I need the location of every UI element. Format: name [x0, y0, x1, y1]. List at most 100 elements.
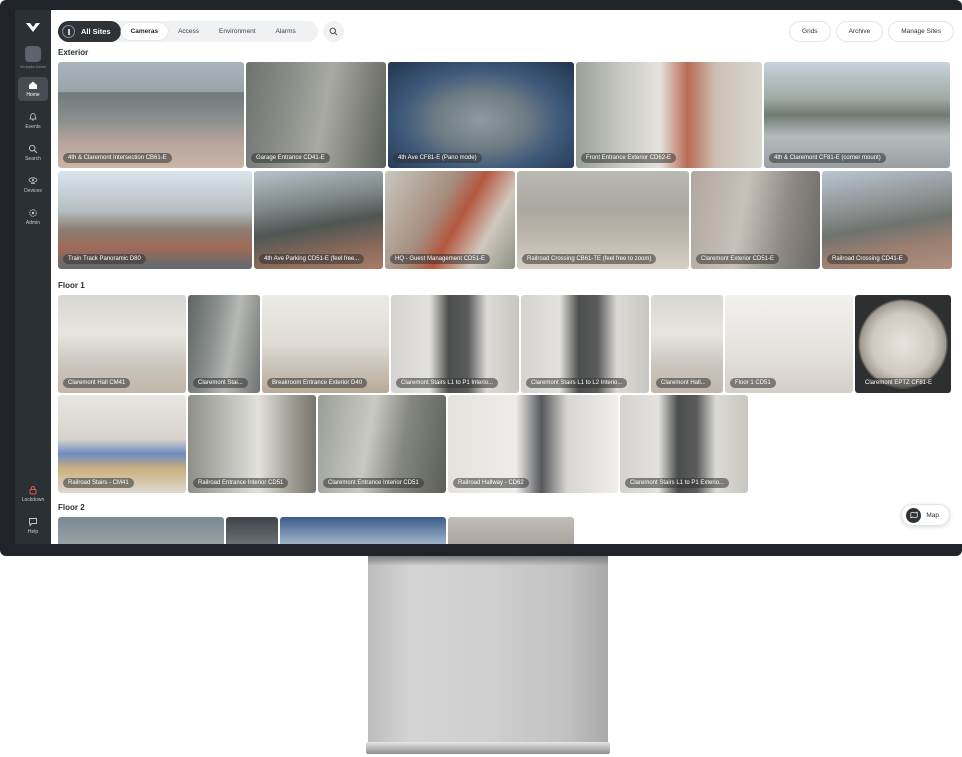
map-icon — [906, 507, 922, 523]
camera-label: Floor 1 CD51 — [730, 378, 776, 388]
sidebar-item-label: Help — [27, 529, 39, 535]
gear-icon — [29, 209, 37, 217]
camera-tile[interactable]: 4th Ave Parking CD51-E (feel free... — [254, 171, 383, 269]
camera-tile[interactable]: Railroad Stairs - CM41 — [58, 395, 186, 493]
camera-tile[interactable]: Claremont Stai... — [188, 295, 260, 393]
app-screen: Verkada Demo Home Events Search Devices … — [15, 10, 962, 544]
camera-label: Claremont Exterior CD51-E — [696, 254, 780, 264]
camera-tile[interactable]: Claremont Hall CM41 — [58, 295, 186, 393]
camera-tile[interactable]: Claremont Exterior CD51-E — [691, 171, 820, 269]
search-button[interactable] — [323, 21, 344, 42]
stand-base — [366, 742, 610, 754]
tab-alarms[interactable]: Alarms — [266, 28, 306, 35]
sidebar-item-admin[interactable]: Admin — [18, 205, 48, 229]
camera-tile[interactable]: Railroad Crossing CB61-TE (feel free to … — [517, 171, 689, 269]
section-title-exterior: Exterior — [58, 48, 89, 57]
monitor-stand — [368, 556, 608, 746]
camera-tile[interactable]: Garage Entrance CD41-E — [246, 62, 386, 168]
camera-label: Claremont Stairs L1 to L2 Interio... — [526, 378, 628, 388]
sidebar-item-help[interactable]: Help — [18, 514, 48, 538]
camera-tile[interactable]: 4th & Claremont CF81-E (corner mount) — [764, 62, 950, 168]
manage-sites-button[interactable]: Manage Sites — [888, 21, 954, 42]
tab-environment[interactable]: Environment — [209, 28, 266, 35]
camera-label: Front Entrance Exterior CD62-E — [581, 153, 677, 163]
camera-label: Claremont Stairs L1 to P1 Exterio... — [625, 478, 730, 488]
camera-tile[interactable]: Claremont Stairs L1 to P1 Interio... — [391, 295, 519, 393]
camera-label: Claremont Hall... — [656, 378, 711, 388]
camera-label: Claremont Entrance Interior CD51 — [323, 478, 424, 488]
sidebar-item-label: Admin — [25, 220, 41, 226]
header-actions: Grids Archive Manage Sites — [789, 21, 954, 42]
camera-tile[interactable]: HQ - Guest Management CD51-E — [385, 171, 515, 269]
sidebar-item-search[interactable]: Search — [18, 141, 48, 165]
camera-label: Railroad Crossing CB61-TE (feel free to … — [522, 254, 657, 264]
camera-tile[interactable] — [448, 517, 574, 544]
camera-label: Railroad Entrance Interior CD51 — [193, 478, 289, 488]
camera-row: 4th & Claremont Intersection CB61-E Gara… — [58, 62, 950, 168]
sidebar-bottom: Lockdown Help — [18, 474, 48, 538]
camera-label: 4th Ave CF81-E (Pano mode) — [393, 153, 482, 163]
camera-tile[interactable] — [226, 517, 278, 544]
camera-label: Claremont Stai... — [193, 378, 248, 388]
camera-label: Railroad Stairs - CM41 — [63, 478, 134, 488]
search-icon — [329, 27, 338, 36]
site-selector[interactable]: All Sites — [58, 21, 121, 42]
sidebar-item-events[interactable]: Events — [18, 109, 48, 133]
top-bar: All Sites Cameras Access Environment Ala… — [58, 21, 962, 43]
org-label: Verkada Demo — [19, 64, 47, 69]
camera-tile[interactable] — [280, 517, 446, 544]
camera-row: Claremont Hall CM41 Claremont Stai... Br… — [58, 295, 951, 393]
verkada-logo-icon[interactable] — [25, 20, 41, 32]
home-icon — [29, 81, 37, 89]
camera-label: Train Track Panoramic D80 — [63, 254, 146, 264]
site-selector-icon — [62, 25, 75, 38]
camera-tile[interactable]: Railroad Hallway - CD62 — [448, 395, 618, 493]
sidebar-item-label: Home — [26, 92, 40, 98]
camera-label: Garage Entrance CD41-E — [251, 153, 330, 163]
tab-cameras[interactable]: Cameras — [120, 23, 169, 40]
camera-tile[interactable]: 4th & Claremont Intersection CB61-E — [58, 62, 244, 168]
sidebar-item-lockdown[interactable]: Lockdown — [18, 482, 48, 506]
map-button-label: Map — [926, 511, 939, 519]
camera-label: 4th & Claremont Intersection CB61-E — [63, 153, 172, 163]
map-button[interactable]: Map — [901, 504, 950, 526]
sidebar-item-devices[interactable]: Devices — [18, 173, 48, 197]
camera-tile[interactable]: Railroad Entrance Interior CD51 — [188, 395, 316, 493]
lock-icon — [29, 486, 37, 495]
camera-row: Railroad Stairs - CM41 Railroad Entrance… — [58, 395, 748, 493]
camera-tile[interactable]: Claremont Stairs L1 to L2 Interio... — [521, 295, 649, 393]
section-title-floor-2: Floor 2 — [58, 503, 85, 512]
camera-label: Railroad Hallway - CD62 — [453, 478, 529, 488]
archive-button[interactable]: Archive — [835, 21, 884, 42]
bell-icon — [29, 113, 37, 121]
sidebar-item-home[interactable]: Home — [18, 77, 48, 101]
camera-label: Claremont Stairs L1 to P1 Interio... — [396, 378, 499, 388]
camera-tile[interactable] — [58, 517, 224, 544]
devices-icon — [28, 177, 38, 184]
stand-shadow — [368, 556, 608, 566]
camera-tile[interactable]: Breakroom Entrance Exterior D40 — [262, 295, 389, 393]
search-icon — [28, 144, 38, 154]
monitor-mockup: Verkada Demo Home Events Search Devices … — [0, 0, 962, 757]
camera-label: Claremont Hall CM41 — [63, 378, 131, 388]
camera-label: Claremont EPTZ CF81-E — [860, 378, 938, 388]
camera-tile[interactable]: Claremont EPTZ CF81-E — [855, 295, 951, 393]
org-avatar[interactable] — [25, 46, 41, 62]
camera-label: HQ - Guest Management CD51-E — [390, 254, 491, 264]
camera-tile[interactable]: 4th Ave CF81-E (Pano mode) — [388, 62, 574, 168]
tab-access[interactable]: Access — [168, 28, 209, 35]
camera-tile[interactable]: Claremont Stairs L1 to P1 Exterio... — [620, 395, 748, 493]
camera-tile[interactable]: Front Entrance Exterior CD62-E — [576, 62, 762, 168]
grids-button[interactable]: Grids — [789, 21, 831, 42]
camera-tile[interactable]: Claremont Hall... — [651, 295, 723, 393]
camera-label: 4th Ave Parking CD51-E (feel free... — [259, 254, 365, 264]
camera-tile[interactable]: Floor 1 CD51 — [725, 295, 853, 393]
camera-row: Train Track Panoramic D80 4th Ave Parkin… — [58, 171, 952, 269]
camera-row — [58, 517, 574, 544]
camera-tile[interactable]: Train Track Panoramic D80 — [58, 171, 252, 269]
site-selector-label: All Sites — [81, 27, 111, 36]
camera-tile[interactable]: Claremont Entrance Interior CD51 — [318, 395, 446, 493]
chat-icon — [29, 518, 37, 527]
camera-tile[interactable]: Railroad Crossing CD41-E — [822, 171, 952, 269]
camera-label: 4th & Claremont CF81-E (corner mount) — [769, 153, 886, 163]
